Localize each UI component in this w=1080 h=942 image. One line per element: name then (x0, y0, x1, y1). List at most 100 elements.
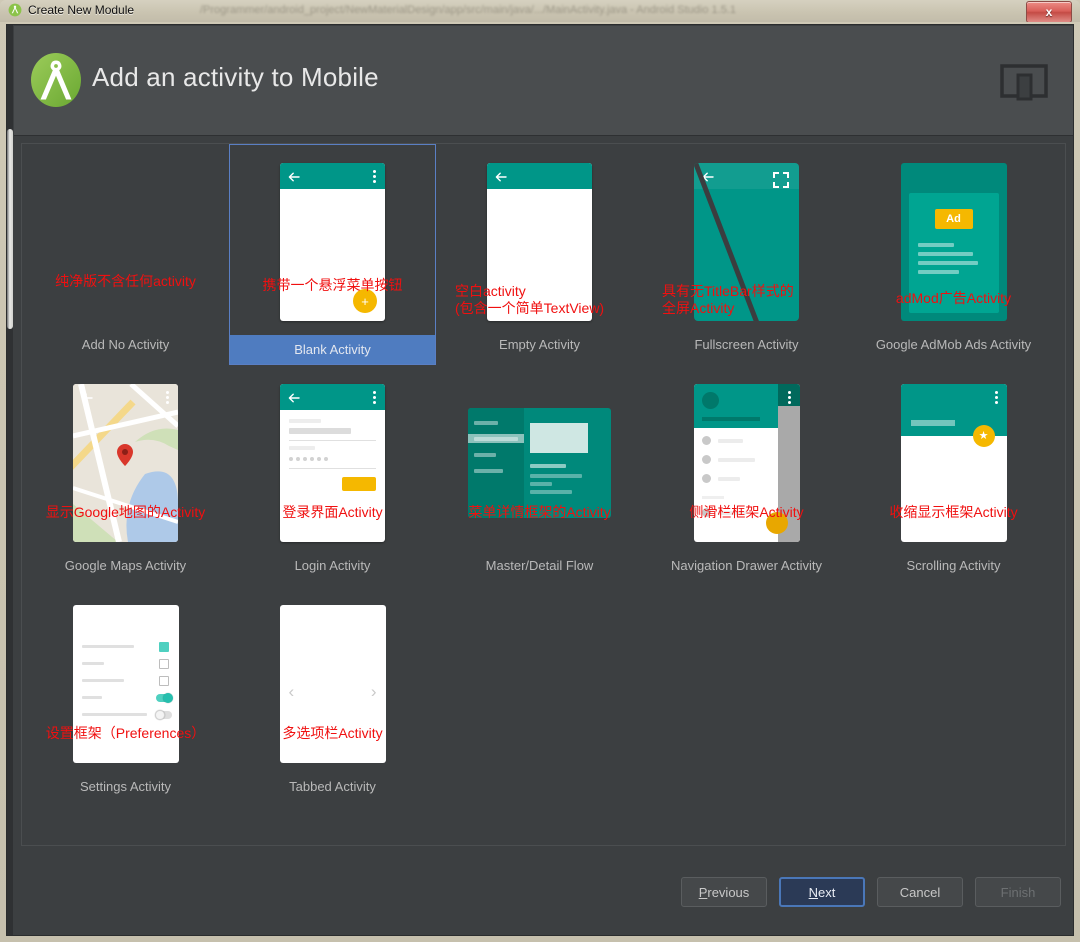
preference-switch (154, 710, 172, 720)
background-window-title: /Programmer/android_project/NewMaterialD… (200, 4, 736, 16)
drawer-item-icon (701, 508, 711, 517)
close-button[interactable]: x (1026, 1, 1072, 22)
template-thumbnail (23, 374, 228, 552)
template-label: Fullscreen Activity (694, 337, 799, 352)
template-label: Navigation Drawer Activity (671, 558, 822, 573)
template-thumbnail: ‹ › (230, 595, 435, 773)
template-label: Google AdMob Ads Activity (875, 337, 1032, 352)
window-title: Create New Module (28, 3, 135, 17)
template-label: Google Maps Activity (64, 558, 187, 573)
preference-switch (155, 693, 173, 703)
ad-badge: Ad (934, 209, 973, 229)
android-studio-logo-icon (30, 51, 82, 109)
preference-label (81, 645, 134, 648)
template-label: Tabbed Activity (289, 779, 376, 794)
next-button-label: Next (809, 885, 836, 900)
scrollbar-thumb[interactable] (7, 129, 13, 329)
login-activity-thumbnail (280, 384, 385, 542)
template-label: Settings Activity (79, 779, 172, 794)
back-arrow-icon (81, 391, 93, 403)
template-cell-scrolling-activity[interactable]: ★ 收缩显示框架Activity Scrolling Activity (850, 365, 1057, 586)
template-cell-login-activity[interactable]: 登录界面Activity Login Activity (229, 365, 436, 586)
drawer-item-label (717, 511, 746, 515)
back-arrow-icon (288, 170, 300, 182)
template-label: Add No Activity (81, 337, 170, 352)
overflow-menu-icon (787, 391, 791, 404)
template-cell-empty-activity[interactable]: 空白activity (包含一个简单TextView) Empty Activity (436, 144, 643, 365)
vertical-scrollbar[interactable] (7, 25, 13, 935)
template-thumbnail (437, 374, 642, 552)
settings-activity-thumbnail (72, 605, 179, 763)
floating-action-button-icon (765, 512, 788, 534)
overflow-menu-icon (994, 391, 998, 404)
finish-button: Finish (975, 877, 1061, 907)
titlebar-left-group: Create New Module (8, 3, 134, 17)
mobile-device-icon (997, 54, 1051, 108)
list-item (474, 437, 518, 441)
template-cell-add-no-activity[interactable]: 纯净版不含任何activity Add No Activity (22, 144, 229, 365)
password-dots (289, 457, 328, 461)
activity-template-gallery[interactable]: 纯净版不含任何activity Add No Activity + 携带一个悬浮菜单按… (21, 143, 1066, 846)
list-item (474, 469, 503, 473)
template-thumbnail (437, 153, 642, 331)
os-window: Create New Module /Programmer/android_pr… (0, 0, 1080, 942)
google-maps-activity-thumbnail (73, 384, 178, 542)
field-value (289, 428, 351, 434)
overflow-menu-icon (166, 612, 170, 625)
scrolling-activity-thumbnail: ★ (900, 384, 1007, 542)
field-underline (289, 440, 376, 441)
floating-action-button-icon: ★ (972, 425, 995, 447)
list-item (474, 421, 498, 425)
back-arrow-icon (81, 612, 93, 624)
template-grid: 纯净版不含任何activity Add No Activity + 携带一个悬浮菜单按… (22, 144, 1065, 807)
tabbed-activity-thumbnail: ‹ › (279, 605, 386, 763)
drawer-item-label (717, 477, 740, 481)
chevron-left-icon: ‹ (288, 682, 295, 701)
preference-checkbox (158, 676, 169, 686)
master-detail-thumbnail (468, 408, 611, 518)
template-cell-google-admob-ads-activity[interactable]: Ad adMod广告Activity Google AdMob Ads Activi… (850, 144, 1057, 365)
preference-checkbox (158, 642, 169, 652)
field-label (289, 419, 321, 423)
template-label: Login Activity (294, 558, 371, 573)
template-label: Empty Activity (499, 337, 580, 352)
dialog-header: Add an activity to Mobile (14, 26, 1073, 136)
detail-image (530, 423, 588, 453)
next-button[interactable]: Next (779, 877, 865, 907)
template-cell-navigation-drawer-activity[interactable]: 侧滑栏框架Activity Navigation Drawer Activity (643, 365, 850, 586)
dialog-footer: Previous Next Cancel Finish (14, 877, 1073, 917)
page-title: Add an activity to Mobile (92, 62, 379, 92)
template-thumbnail: ★ (851, 374, 1056, 552)
previous-button[interactable]: Previous (681, 877, 767, 907)
fullscreen-activity-thumbnail (694, 163, 799, 321)
template-cell-blank-activity[interactable]: + 携带一个悬浮菜单按钮 Blank Activity (229, 144, 436, 365)
template-cell-settings-activity[interactable]: 设置框架（Preferences） Settings Activity (22, 586, 229, 807)
template-label: Master/Detail Flow (485, 558, 594, 573)
back-arrow-icon (288, 612, 300, 624)
template-cell-fullscreen-activity[interactable]: 具有无TitleBar样式的 全屏Activity Fullscreen Activ… (643, 144, 850, 365)
next-mnemonic: N (808, 884, 819, 900)
template-label: Scrolling Activity (906, 558, 1001, 573)
drawer-item-icon (701, 436, 711, 445)
text-line (917, 243, 954, 247)
drawer-divider (701, 496, 724, 499)
admob-activity-thumbnail: Ad (900, 163, 1007, 321)
template-thumbnail (644, 153, 849, 331)
detail-line (530, 474, 582, 478)
map-marker-icon (117, 444, 133, 466)
template-cell-tabbed-activity[interactable]: ‹ › 多选项栏Activity Tabbed Activity (229, 586, 436, 807)
cancel-button[interactable]: Cancel (877, 877, 963, 907)
previous-button-label: Previous (699, 885, 750, 900)
text-line (917, 270, 959, 274)
overflow-menu-icon (373, 612, 377, 625)
preference-label (81, 662, 104, 665)
template-label: Blank Activity (230, 335, 435, 364)
preference-label (81, 696, 102, 699)
overflow-menu-icon (373, 391, 376, 404)
back-arrow-icon (495, 170, 507, 182)
template-cell-google-maps-activity[interactable]: 显示Google地图的Activity Google Maps Activity (22, 365, 229, 586)
template-cell-master-detail-flow[interactable]: 菜单详情框架的Activity Master/Detail Flow (436, 365, 643, 586)
sign-in-button-shape (342, 477, 376, 491)
template-thumbnail (23, 153, 228, 331)
footer-button-group: Previous Next Cancel Finish (681, 877, 1061, 907)
